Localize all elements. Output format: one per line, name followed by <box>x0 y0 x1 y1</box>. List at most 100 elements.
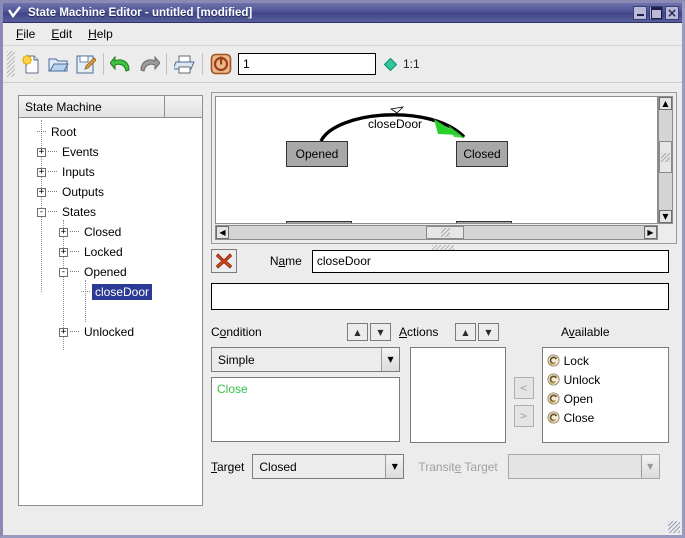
condition-type-combo[interactable]: Simple ▼ <box>211 347 400 372</box>
target-combo[interactable]: Closed ▼ <box>252 454 404 479</box>
tree-node-closed[interactable]: + Closed <box>19 222 202 242</box>
main-content: State Machine Root + Events + <box>6 84 679 532</box>
condition-move-up-button[interactable]: ▲ <box>347 323 368 341</box>
power-button[interactable] <box>207 51 234 78</box>
transite-label-post: Target <box>461 460 497 474</box>
actions-move-up-button[interactable]: ▲ <box>455 323 476 341</box>
chevron-down-icon: ▼ <box>641 455 659 478</box>
state-box-unlocked[interactable]: Unlocked <box>286 221 352 224</box>
toolbar-grip[interactable] <box>7 51 15 77</box>
horizontal-scroll-thumb[interactable] <box>426 226 464 239</box>
tree-node-closedoor[interactable]: closeDoor <box>19 282 202 302</box>
tree-expand-toggle[interactable]: + <box>59 248 68 257</box>
target-label-post: arget <box>217 460 244 474</box>
open-folder-button[interactable] <box>45 51 72 78</box>
available-label: Available <box>561 325 610 339</box>
tree-expand-toggle[interactable]: + <box>59 228 68 237</box>
window-resize-grip[interactable] <box>668 521 680 533</box>
tree-expand-toggle[interactable]: + <box>37 188 46 197</box>
available-item-unlock[interactable]: Unlock <box>543 370 668 389</box>
tree-node-inputs[interactable]: + Inputs <box>19 162 202 182</box>
new-document-button[interactable] <box>18 51 45 78</box>
target-label: Target <box>211 460 244 474</box>
tree-expand-toggle[interactable]: + <box>37 168 46 177</box>
menu-edit[interactable]: Edit <box>44 25 79 43</box>
state-box-locked[interactable]: Locked <box>456 221 512 224</box>
tree-expand-toggle[interactable]: + <box>37 148 46 157</box>
tree-dots <box>48 171 57 173</box>
actions-label-mnemonic: A <box>399 325 407 339</box>
move-left-button[interactable]: < <box>514 377 534 399</box>
transite-target-label: Transite Target <box>418 460 497 474</box>
undo-button[interactable] <box>108 51 135 78</box>
state-box-label: Closed <box>463 147 500 161</box>
new-document-icon <box>21 54 42 75</box>
state-box-closed[interactable]: Closed <box>456 141 508 167</box>
diamond-icon <box>384 58 397 71</box>
condition-type-value: Simple <box>212 353 381 367</box>
tree-header: State Machine <box>19 96 202 118</box>
scroll-down-button[interactable]: ▼ <box>659 210 672 223</box>
tree-node-opened[interactable]: - Opened <box>19 262 202 282</box>
tree-node-label: Inputs <box>59 164 98 180</box>
tree-node-label: Opened <box>81 264 130 280</box>
tree-node-root[interactable]: Root <box>19 122 202 142</box>
name-input[interactable] <box>312 250 669 273</box>
move-right-button[interactable]: > <box>514 405 534 427</box>
save-edit-button[interactable] <box>72 51 99 78</box>
state-box-opened[interactable]: Opened <box>286 141 348 167</box>
print-button[interactable] <box>171 51 198 78</box>
scroll-left-button[interactable]: ◀ <box>216 226 229 239</box>
menu-help-mnemonic: H <box>88 27 97 41</box>
scroll-right-button[interactable]: ▶ <box>644 226 657 239</box>
description-input[interactable] <box>211 283 669 310</box>
zoom-ratio-label: 1:1 <box>403 57 420 71</box>
canvas-vertical-scrollbar[interactable]: ▲ ▼ <box>658 96 673 224</box>
minimize-button[interactable] <box>633 6 647 20</box>
tree-node-label: closeDoor <box>92 284 152 300</box>
transite-target-combo[interactable]: ▼ <box>508 454 660 479</box>
tree-node-states[interactable]: - States <box>19 202 202 222</box>
zoom-input[interactable] <box>238 53 376 75</box>
tree-node-label: Unlocked <box>81 324 137 340</box>
available-label-pre: A <box>561 325 569 339</box>
available-item-open[interactable]: Open <box>543 389 668 408</box>
tree-column-state-machine[interactable]: State Machine <box>19 96 165 117</box>
tree-expand-toggle[interactable]: + <box>59 328 68 337</box>
menu-file[interactable]: File <box>9 25 42 43</box>
tree-node-events[interactable]: + Events <box>19 142 202 162</box>
tree-node-unlocked[interactable]: + Unlocked <box>19 322 202 342</box>
scroll-up-button[interactable]: ▲ <box>659 97 672 110</box>
tree-column-extra[interactable] <box>165 96 202 117</box>
transfer-buttons: < > <box>514 347 534 427</box>
maximize-button[interactable] <box>649 6 663 20</box>
condition-move-down-button[interactable]: ▼ <box>370 323 391 341</box>
available-list[interactable]: Lock Unlock <box>542 347 669 443</box>
close-button[interactable]: × <box>665 6 679 20</box>
canvas-horizontal-scrollbar[interactable]: ◀ ▶ <box>215 225 658 240</box>
available-item-label: Open <box>564 392 593 406</box>
delete-button[interactable] <box>211 249 237 273</box>
undo-arrow-icon <box>110 54 133 75</box>
actions-label-post: ctions <box>407 325 438 339</box>
available-item-close[interactable]: Close <box>543 408 668 427</box>
condition-code-area[interactable]: Close <box>211 377 400 442</box>
condition-label-post: ndition <box>226 325 261 339</box>
actions-move-down-button[interactable]: ▼ <box>478 323 499 341</box>
toolbar-separator-2 <box>166 53 167 75</box>
menu-help[interactable]: Help <box>81 25 120 43</box>
toolbar-separator-3 <box>202 53 203 75</box>
system-menu-icon[interactable] <box>5 4 24 21</box>
vertical-scroll-thumb[interactable] <box>659 141 672 173</box>
diagram-canvas-panel: Opened Closed Unlocked Locked closeDoor … <box>211 92 677 244</box>
tree-node-locked[interactable]: + Locked <box>19 242 202 262</box>
tree-collapse-toggle[interactable]: - <box>37 208 46 217</box>
tree-node-outputs[interactable]: + Outputs <box>19 182 202 202</box>
tree-collapse-toggle[interactable]: - <box>59 268 68 277</box>
diagram-canvas[interactable]: Opened Closed Unlocked Locked closeDoor <box>215 96 658 224</box>
available-item-lock[interactable]: Lock <box>543 351 668 370</box>
tree-dots <box>37 131 46 133</box>
redo-button[interactable] <box>135 51 162 78</box>
actions-list[interactable] <box>410 347 506 443</box>
tree-dots <box>70 251 79 253</box>
